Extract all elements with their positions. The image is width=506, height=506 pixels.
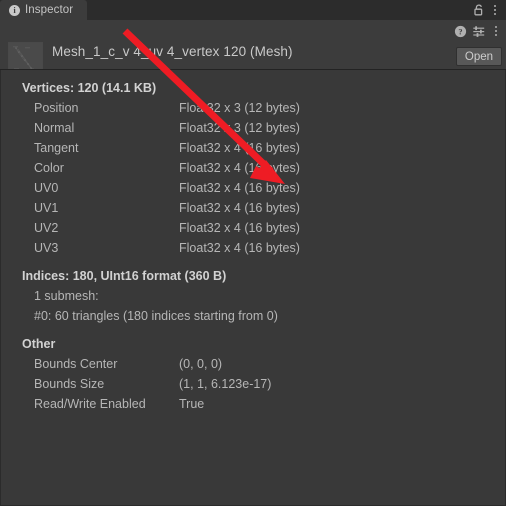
table-row: Tangent Float32 x 4 (16 bytes) bbox=[1, 138, 505, 158]
row-key: Bounds Size bbox=[34, 377, 105, 391]
row-key: Position bbox=[34, 101, 79, 115]
tabbar-controls bbox=[471, 0, 506, 20]
row-value: Float32 x 4 (16 bytes) bbox=[179, 161, 300, 175]
row-key: UV0 bbox=[34, 181, 59, 195]
row-key: Color bbox=[34, 161, 64, 175]
row-key: Normal bbox=[34, 121, 75, 135]
section-title-indices: Indices: 180, UInt16 format (360 B) bbox=[22, 269, 227, 283]
row-key: 1 submesh: bbox=[34, 289, 99, 303]
row-key: UV1 bbox=[34, 201, 59, 215]
svg-text:?: ? bbox=[458, 27, 462, 36]
table-row: 1 submesh: bbox=[1, 286, 505, 306]
preset-settings-icon[interactable] bbox=[471, 23, 487, 39]
row-value: Float32 x 4 (16 bytes) bbox=[179, 221, 300, 235]
tab-inspector[interactable]: i Inspector bbox=[0, 0, 88, 20]
table-row: UV3 Float32 x 4 (16 bytes) bbox=[1, 238, 505, 258]
help-icon[interactable]: ? bbox=[452, 23, 468, 39]
table-row: Bounds Center (0, 0, 0) bbox=[1, 354, 505, 374]
table-row: Bounds Size (1, 1, 6.123e-17) bbox=[1, 374, 505, 394]
object-header: Mesh_1_c_v 4_uv 4_vertex 120 (Mesh) ? Op… bbox=[0, 20, 506, 77]
tab-inspector-label: Inspector bbox=[25, 4, 74, 16]
table-row: UV0 Float32 x 4 (16 bytes) bbox=[1, 178, 505, 198]
padlock-open-icon[interactable] bbox=[471, 2, 487, 18]
row-key: UV2 bbox=[34, 221, 59, 235]
table-row: Read/Write Enabled True bbox=[1, 394, 505, 414]
table-row: Position Float32 x 3 (12 bytes) bbox=[1, 98, 505, 118]
row-key: UV3 bbox=[34, 241, 59, 255]
row-key: Bounds Center bbox=[34, 357, 118, 371]
inspector-content: Vertices: 120 (14.1 KB) Position Float32… bbox=[0, 70, 506, 506]
inspector-tabbar: i Inspector bbox=[0, 0, 506, 20]
table-row: #0: 60 triangles (180 indices starting f… bbox=[1, 306, 505, 326]
kebab-menu-icon[interactable] bbox=[490, 24, 502, 38]
info-icon: i bbox=[9, 4, 20, 16]
kebab-menu-icon[interactable] bbox=[489, 3, 501, 17]
table-row: UV1 Float32 x 4 (16 bytes) bbox=[1, 198, 505, 218]
table-row: Normal Float32 x 3 (12 bytes) bbox=[1, 118, 505, 138]
table-row: Color Float32 x 4 (16 bytes) bbox=[1, 158, 505, 178]
row-value: Float32 x 4 (16 bytes) bbox=[179, 181, 300, 195]
row-value: Float32 x 3 (12 bytes) bbox=[179, 101, 300, 115]
section-title-other: Other bbox=[22, 337, 56, 351]
unity-inspector-window: i Inspector Mesh_1_c_v 4_uv 4_vertex 120… bbox=[0, 0, 506, 506]
section-title-vertices: Vertices: 120 (14.1 KB) bbox=[22, 81, 157, 95]
object-header-controls: ? bbox=[452, 23, 502, 39]
row-value: (0, 0, 0) bbox=[179, 357, 223, 371]
open-button[interactable]: Open bbox=[456, 47, 502, 66]
row-value: Float32 x 4 (16 bytes) bbox=[179, 241, 300, 255]
row-key: Tangent bbox=[34, 141, 79, 155]
row-value: (1, 1, 6.123e-17) bbox=[179, 377, 272, 391]
row-key: #0: 60 triangles (180 indices starting f… bbox=[34, 309, 278, 323]
row-key: Read/Write Enabled bbox=[34, 397, 146, 411]
row-value: True bbox=[179, 397, 205, 411]
row-value: Float32 x 4 (16 bytes) bbox=[179, 201, 300, 215]
row-value: Float32 x 3 (12 bytes) bbox=[179, 121, 300, 135]
row-value: Float32 x 4 (16 bytes) bbox=[179, 141, 300, 155]
page-title: Mesh_1_c_v 4_uv 4_vertex 120 (Mesh) bbox=[52, 44, 293, 59]
table-row: UV2 Float32 x 4 (16 bytes) bbox=[1, 218, 505, 238]
